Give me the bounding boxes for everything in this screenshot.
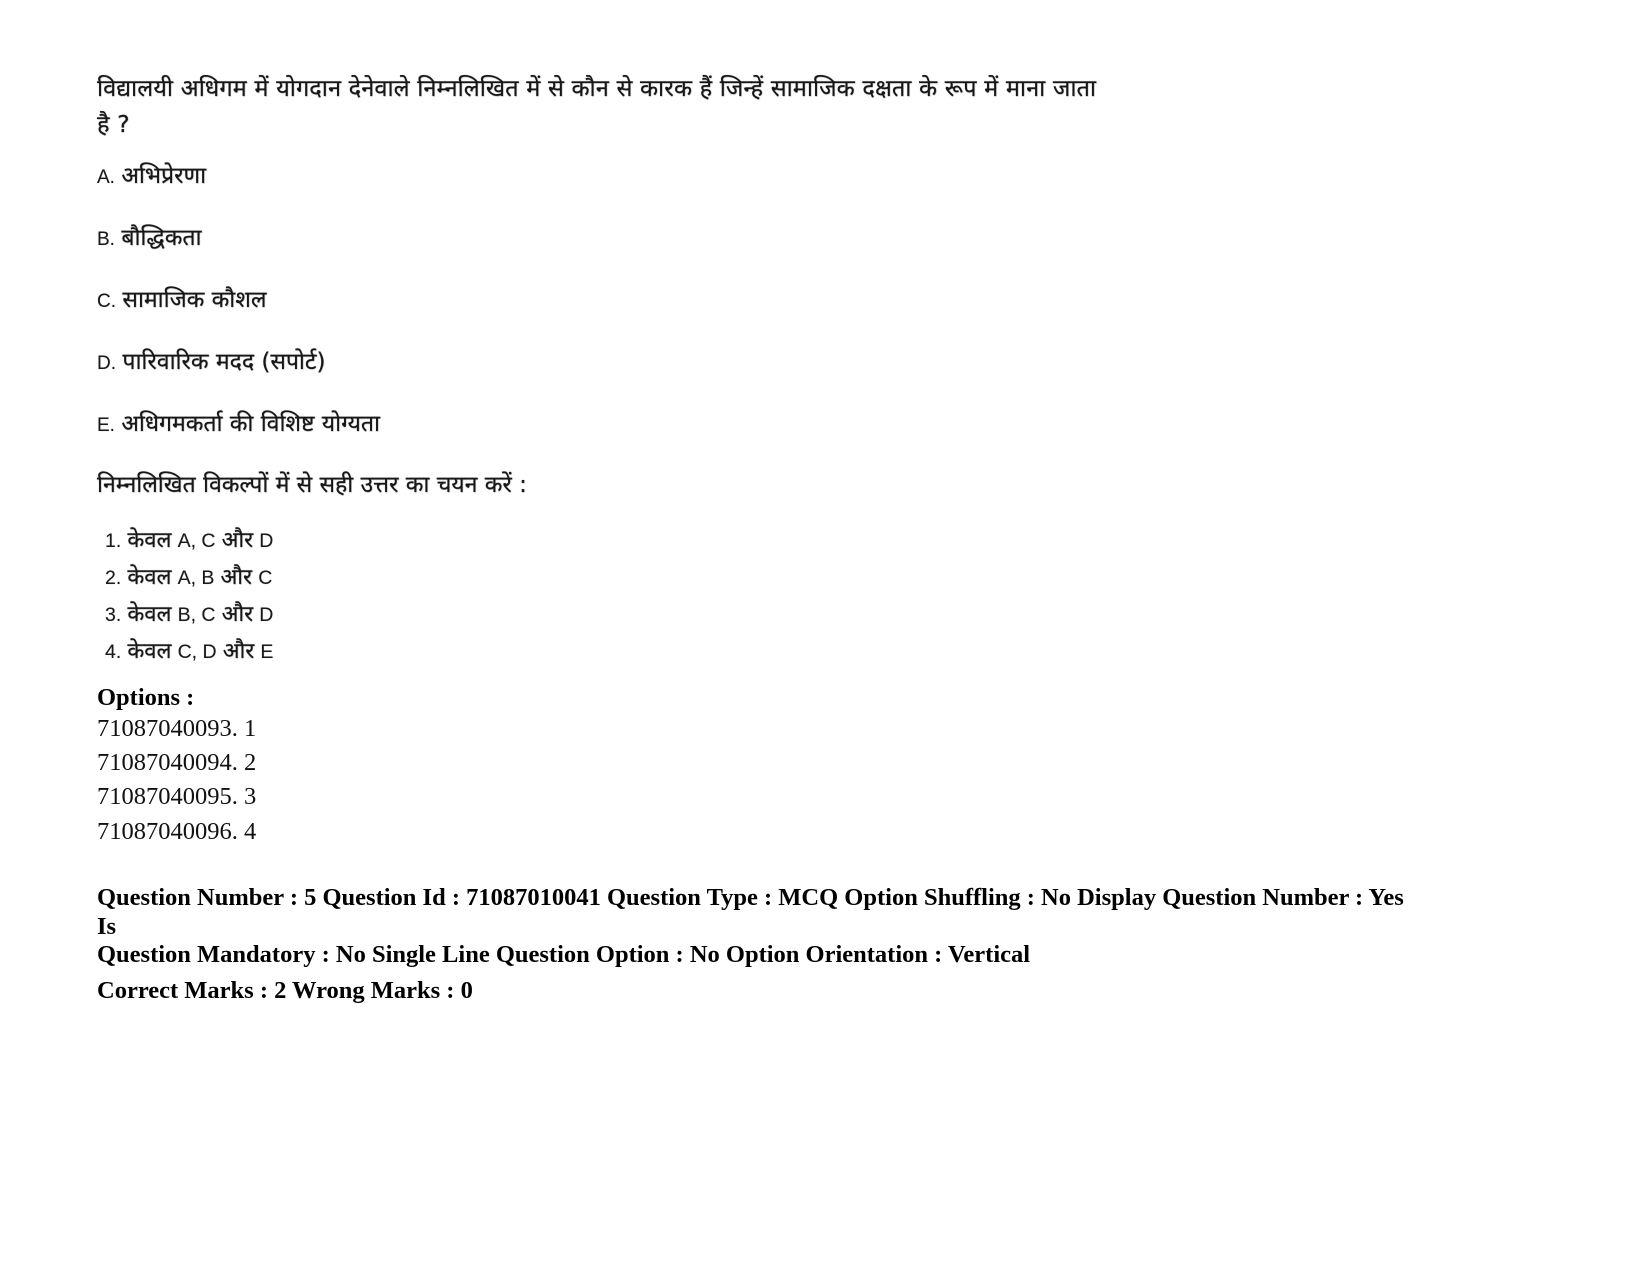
answer-choice-1-letters: A, C bbox=[177, 530, 216, 552]
question-stem: विद्यालयी अधिगम में योगदान देनेवाले निम्… bbox=[97, 74, 1097, 138]
answer-choice-2-letters: A, B bbox=[177, 567, 215, 589]
answer-choice-1-prefix: केवल bbox=[127, 528, 172, 553]
answer-choice-3-last-letter: D bbox=[259, 604, 274, 626]
option-id-list: 71087040093. 1 71087040094. 2 7108704009… bbox=[97, 712, 256, 849]
statement-e-label: E. bbox=[97, 415, 115, 436]
statement-d: D. पारिवारिक मदद (सपोर्ट) bbox=[97, 346, 1177, 379]
answer-choice-3: 3. केवल B, C और D bbox=[97, 596, 1177, 633]
statement-d-text: पारिवारिक मदद (सपोर्ट) bbox=[122, 349, 326, 375]
answer-instruction: निम्नलिखित विकल्पों में से सही उत्तर का … bbox=[97, 472, 527, 498]
answer-choice-1-conjunction: और bbox=[221, 528, 254, 553]
answer-choice-4-number: 4. bbox=[105, 641, 122, 663]
answer-choice-2-prefix: केवल bbox=[127, 565, 172, 590]
answer-choice-4-letters: C, D bbox=[177, 641, 217, 663]
answer-choice-1-number: 1. bbox=[105, 530, 122, 552]
statement-a-text: अभिप्रेरणा bbox=[121, 163, 207, 189]
statement-c-label: C. bbox=[97, 291, 116, 312]
answer-choice-4-last-letter: E bbox=[260, 641, 274, 663]
metadata-spacer bbox=[97, 970, 1427, 977]
metadata-line-1: Question Number : 5 Question Id : 710870… bbox=[97, 884, 1404, 940]
answer-choice-1-last-letter: D bbox=[259, 530, 274, 552]
option-id-item: 71087040096. 4 bbox=[97, 817, 257, 845]
statement-b-text: बौद्धिकता bbox=[121, 225, 202, 251]
answer-choice-list: 1. केवल A, C और D 2. केवल A, B और C 3. क… bbox=[97, 522, 1177, 670]
metadata-line-2: Question Mandatory : No Single Line Ques… bbox=[97, 941, 1031, 968]
answer-choice-3-conjunction: और bbox=[221, 602, 254, 627]
option-id-item: 71087040095. 3 bbox=[97, 783, 257, 811]
statement-c: C. सामाजिक कौशल bbox=[97, 284, 1177, 317]
answer-choice-2-number: 2. bbox=[105, 567, 122, 589]
statement-a: A. अभिप्रेरणा bbox=[97, 160, 1177, 193]
answer-choice-3-letters: B, C bbox=[177, 604, 216, 626]
statement-b-label: B. bbox=[97, 229, 115, 250]
question-metadata: Question Number : 5 Question Id : 710870… bbox=[97, 884, 1427, 1005]
option-id-item: 71087040093. 1 bbox=[97, 715, 257, 742]
document-page: विद्यालयी अधिगम में योगदान देनेवाले निम्… bbox=[0, 0, 1650, 1275]
scanned-question-block: विद्यालयी अधिगम में योगदान देनेवाले निम्… bbox=[97, 70, 1177, 670]
statement-e: E. अधिगमकर्ता की विशिष्ट योग्यता bbox=[97, 408, 1177, 441]
options-heading: Options : bbox=[97, 684, 195, 711]
answer-choice-4: 4. केवल C, D और E bbox=[97, 633, 1177, 670]
statement-b: B. बौद्धिकता bbox=[97, 222, 1177, 255]
answer-choice-3-number: 3. bbox=[105, 604, 122, 626]
metadata-line-3: Correct Marks : 2 Wrong Marks : 0 bbox=[97, 976, 473, 1004]
statement-e-text: अधिगमकर्ता की विशिष्ट योग्यता bbox=[121, 411, 380, 437]
answer-choice-2-conjunction: और bbox=[220, 565, 253, 590]
statement-a-label: A. bbox=[97, 167, 115, 188]
answer-choice-4-prefix: केवल bbox=[127, 639, 172, 664]
answer-choice-3-prefix: केवल bbox=[127, 602, 172, 627]
statement-d-label: D. bbox=[97, 353, 116, 374]
option-id-item: 71087040094. 2 bbox=[97, 749, 257, 777]
answer-choice-2-last-letter: C bbox=[258, 567, 273, 589]
answer-choice-2: 2. केवल A, B और C bbox=[97, 559, 1177, 596]
answer-choice-4-conjunction: और bbox=[222, 639, 255, 664]
statement-c-text: सामाजिक कौशल bbox=[122, 287, 267, 313]
answer-choice-1: 1. केवल A, C और D bbox=[97, 522, 1177, 559]
